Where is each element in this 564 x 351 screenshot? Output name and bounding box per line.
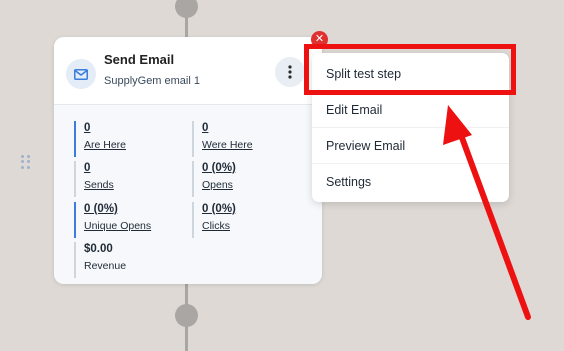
kebab-menu-icon[interactable] [275, 57, 305, 87]
card-stats: 0 Are Here 0 Were Here 0 Sends 0 (0%) Op… [54, 105, 322, 284]
stat-opens[interactable]: 0 (0%) Opens [192, 161, 236, 197]
stat-revenue: $0.00 Revenue [74, 242, 126, 278]
stat-label: Are Here [84, 139, 127, 151]
menu-item-split-test-step[interactable]: Split test step [312, 56, 509, 92]
email-icon [66, 59, 96, 89]
drag-handle-icon[interactable] [21, 155, 31, 169]
stat-value: 0 [84, 162, 91, 174]
flow-node-bottom[interactable] [175, 304, 198, 327]
stat-are-here[interactable]: 0 Are Here [74, 121, 126, 157]
stat-clicks[interactable]: 0 (0%) Clicks [192, 202, 236, 238]
close-icon[interactable]: ✕ [311, 31, 328, 48]
stat-label: Opens [202, 179, 233, 191]
stat-label: Sends [84, 179, 114, 191]
flow-node-top[interactable] [175, 0, 198, 18]
card-title: Send Email [104, 52, 175, 67]
menu-item-preview-email[interactable]: Preview Email [312, 128, 509, 164]
stat-label: Were Here [202, 139, 253, 151]
stat-label: Clicks [202, 220, 230, 232]
menu-item-settings[interactable]: Settings [312, 164, 509, 200]
stat-label: Revenue [84, 260, 127, 272]
stat-value: 0 (0%) [84, 203, 118, 215]
stat-unique-opens[interactable]: 0 (0%) Unique Opens [74, 202, 151, 238]
stat-value: 0 [202, 122, 209, 134]
stat-value: 0 [84, 122, 91, 134]
stat-value: 0 (0%) [202, 162, 236, 174]
stat-label: Unique Opens [84, 220, 152, 232]
stat-sends[interactable]: 0 Sends [74, 161, 114, 197]
send-email-step-card[interactable]: Send Email SupplyGem email 1 0 Are Here … [54, 37, 322, 284]
step-actions-menu: Split test step Edit Email Preview Email… [312, 53, 509, 202]
card-subtitle: SupplyGem email 1 [104, 75, 200, 87]
stat-value: $0.00 [84, 243, 113, 255]
menu-item-edit-email[interactable]: Edit Email [312, 92, 509, 128]
card-header: Send Email SupplyGem email 1 [54, 37, 322, 105]
stat-value: 0 (0%) [202, 203, 236, 215]
stat-were-here[interactable]: 0 Were Here [192, 121, 253, 157]
